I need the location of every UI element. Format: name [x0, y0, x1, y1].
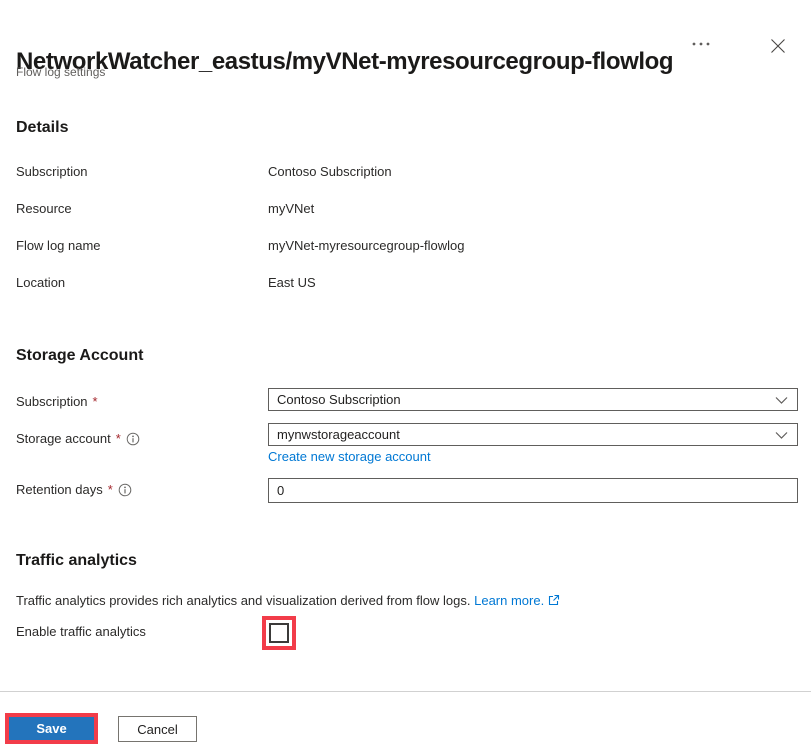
retention-days-field-label: Retention days * — [16, 482, 132, 497]
page-subtitle: Flow log settings — [16, 65, 105, 79]
chevron-down-icon — [775, 431, 788, 440]
learn-more-link[interactable]: Learn more. — [474, 593, 544, 608]
traffic-analytics-heading: Traffic analytics — [16, 552, 137, 570]
close-icon — [770, 38, 786, 54]
required-marker: * — [116, 431, 121, 446]
external-link-icon — [548, 594, 560, 606]
required-marker: * — [93, 394, 98, 409]
page-title: NetworkWatcher_eastus/myVNet-myresourceg… — [16, 48, 673, 76]
cancel-button[interactable]: Cancel — [118, 716, 197, 742]
footer-divider — [0, 691, 811, 692]
flow-log-settings-panel: { "header": { "title": "NetworkWatcher_e… — [0, 0, 811, 749]
enable-traffic-analytics-checkbox[interactable] — [269, 623, 289, 643]
subscription-select-value: Contoso Subscription — [277, 392, 401, 407]
detail-value-subscription: Contoso Subscription — [268, 164, 392, 179]
storage-account-select[interactable]: mynwstorageaccount — [268, 423, 798, 446]
detail-label-location: Location — [16, 275, 65, 290]
detail-label-flow-log-name: Flow log name — [16, 238, 101, 253]
traffic-analytics-description: Traffic analytics provides rich analytic… — [16, 593, 560, 608]
ellipsis-icon — [690, 40, 712, 48]
retention-days-input[interactable] — [268, 478, 798, 503]
storage-account-field-label: Storage account * — [16, 431, 140, 446]
close-button[interactable] — [768, 36, 788, 56]
enable-traffic-analytics-label: Enable traffic analytics — [16, 624, 146, 639]
storage-account-heading: Storage Account — [16, 347, 143, 365]
subscription-field-label: Subscription * — [16, 394, 98, 409]
detail-value-location: East US — [268, 275, 316, 290]
detail-value-flow-log-name: myVNet-myresourcegroup-flowlog — [268, 238, 465, 253]
annotation-highlight-checkbox — [262, 616, 296, 650]
detail-value-resource: myVNet — [268, 201, 314, 216]
save-button[interactable]: Save — [9, 717, 94, 740]
chevron-down-icon — [775, 396, 788, 405]
annotation-highlight-save: Save — [5, 713, 98, 744]
info-icon — [126, 432, 140, 446]
subscription-select[interactable]: Contoso Subscription — [268, 388, 798, 411]
required-marker: * — [108, 482, 113, 497]
info-icon — [118, 483, 132, 497]
storage-account-select-value: mynwstorageaccount — [277, 427, 400, 442]
create-new-storage-account-link[interactable]: Create new storage account — [268, 449, 431, 464]
detail-label-subscription: Subscription — [16, 164, 88, 179]
detail-label-resource: Resource — [16, 201, 72, 216]
details-heading: Details — [16, 119, 68, 137]
more-options-button[interactable] — [688, 38, 714, 50]
